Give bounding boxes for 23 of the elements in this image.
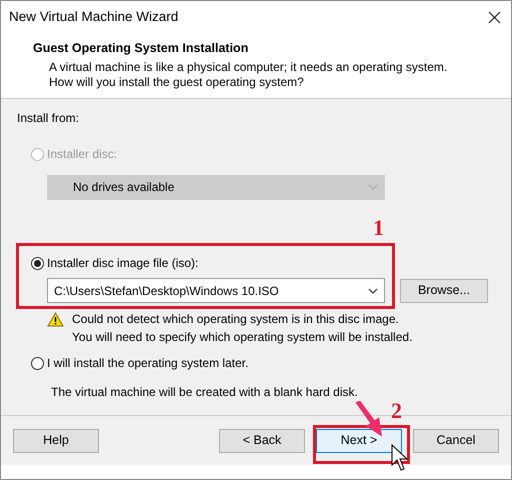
radio-option[interactable]: I will install the operating system later.	[31, 354, 248, 372]
page-description: A virtual machine is like a physical computer; it needs an operating system. How will you install the guest operating system?	[48, 60, 448, 91]
close-icon[interactable]	[488, 10, 501, 24]
section-label: Install from:	[17, 110, 80, 127]
browse-button[interactable]: Browse...	[400, 278, 488, 302]
warning-icon	[47, 312, 64, 327]
path-dropdown-field[interactable]: C:\Users\Stefan\Desktop\Windows 10.ISO	[47, 278, 385, 303]
window-title: New Virtual Machine Wizard	[9, 8, 178, 26]
dropdown-caret-icon	[368, 288, 378, 294]
wizard-button[interactable]: < Back	[219, 428, 305, 452]
warning-text: Could not detect which operating system is in this disc image.	[72, 311, 400, 328]
step-number: 2	[391, 400, 402, 422]
wizard-button[interactable]: Help	[13, 428, 99, 452]
dropdown-caret-icon	[368, 184, 378, 190]
radio-option[interactable]: Installer disc image file (iso):	[31, 254, 198, 272]
mouse-cursor-icon	[391, 444, 409, 472]
option-note: The virtual machine will be created with a blank hard disk.	[51, 384, 359, 400]
page-title: Guest Operating System Installation	[33, 40, 250, 57]
dropdown-field: No drives available	[47, 174, 385, 200]
warning-text: You will need to specify which operating system will be installed.	[72, 329, 412, 346]
wizard-button[interactable]: Cancel	[413, 428, 499, 452]
step-number: 1	[373, 217, 384, 239]
wizard-button[interactable]: Next >	[316, 428, 402, 452]
